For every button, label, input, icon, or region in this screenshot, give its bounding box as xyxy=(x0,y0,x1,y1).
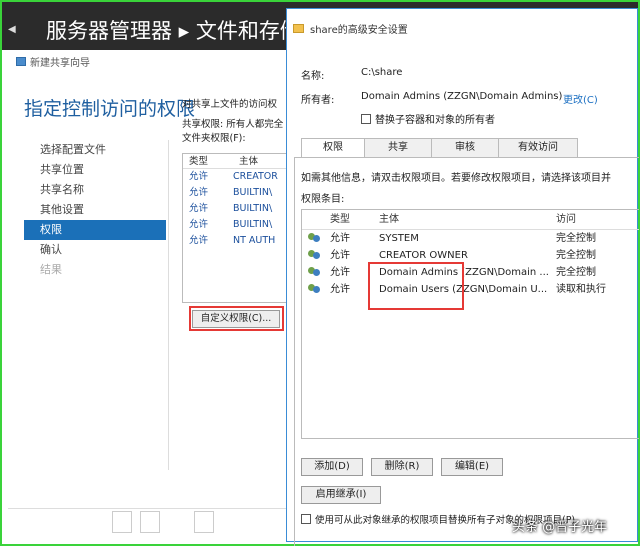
add-button[interactable]: 添加(D) xyxy=(301,458,363,476)
table-row[interactable]: 允许 Domain Admins (ZZGN\Domain ... 完全控制 xyxy=(302,264,639,281)
tab-permissions[interactable]: 权限 xyxy=(301,138,365,158)
wizard-window-title: 新建共享向导 xyxy=(30,58,90,69)
nav-item-share-name[interactable]: 共享名称 xyxy=(24,180,166,200)
column-principal[interactable]: 主体 xyxy=(233,154,258,168)
column-type[interactable]: 类型 xyxy=(183,154,233,168)
column-type[interactable]: 类型 xyxy=(326,210,376,229)
table-row[interactable]: 允许 CREATOR OWNER 完全控制 xyxy=(302,247,639,264)
replace-owner-checkbox[interactable] xyxy=(361,114,371,124)
table-row[interactable]: 允许 Domain Users (ZZGN\Domain U... 读取和执行 xyxy=(302,281,639,298)
name-label: 名称: xyxy=(301,71,325,82)
wizard-button-bar xyxy=(8,508,292,542)
wizard-titlebar: 新建共享向导 xyxy=(16,54,90,69)
column-principal[interactable]: 主体 xyxy=(376,210,552,229)
wizard-button[interactable] xyxy=(194,511,214,533)
users-icon xyxy=(308,250,322,261)
nav-item-permissions[interactable]: 权限 xyxy=(24,220,166,240)
edit-button[interactable]: 编辑(E) xyxy=(441,458,503,476)
tab-auditing[interactable]: 审核 xyxy=(431,138,499,157)
info-text: 如需其他信息，请双击权限项目。若要修改权限项目，请选择该项目并 xyxy=(301,173,611,184)
table-row[interactable]: 允许 SYSTEM 完全控制 xyxy=(302,230,639,247)
server-manager-title: 服务器管理器 ▸ 文件和存储 xyxy=(46,19,301,43)
change-owner-link[interactable]: 更改(C) xyxy=(563,91,598,106)
watermark: 头条 @晋子光年 xyxy=(512,520,608,535)
users-icon xyxy=(308,267,322,278)
list-header: 类型 主体 xyxy=(183,154,291,169)
nav-item-other-settings[interactable]: 其他设置 xyxy=(24,200,166,220)
wizard-heading: 指定控制访问的权限 xyxy=(24,98,196,120)
dialog-title: share的高级安全设置 xyxy=(310,25,408,36)
list-item[interactable]: 允许 BUILTIN\ xyxy=(183,201,291,217)
replace-owner-label: 替换子容器和对象的所有者 xyxy=(375,115,495,126)
folder-permissions-list[interactable]: 类型 主体 允许 CREATOR 允许 BUILTIN\ 允许 BUILTIN\ 允许… xyxy=(182,153,292,303)
wizard-content: 对共享上文件的访问权 共享权限: 所有人都完全 文件夹权限(F): xyxy=(182,96,292,147)
remove-button[interactable]: 删除(R) xyxy=(371,458,433,476)
users-icon xyxy=(308,233,322,244)
folder-icon xyxy=(293,24,304,33)
content-line: 对共享上文件的访问权 xyxy=(182,99,278,110)
back-arrow-icon[interactable]: ◀ xyxy=(8,24,16,35)
users-icon xyxy=(308,284,322,295)
column-access[interactable]: 访问 xyxy=(552,210,632,229)
wizard-icon xyxy=(16,57,26,66)
wizard-button[interactable] xyxy=(140,511,160,533)
list-item[interactable]: 允许 BUILTIN\ xyxy=(183,185,291,201)
enable-inheritance-button[interactable]: 启用继承(I) xyxy=(301,486,381,504)
owner-value: Domain Admins (ZZGN\Domain Admins) xyxy=(361,91,563,102)
highlight-box xyxy=(368,262,464,310)
nav-item-share-location[interactable]: 共享位置 xyxy=(24,160,166,180)
nav-item-select-profile[interactable]: 选择配置文件 xyxy=(24,140,166,160)
wizard-button[interactable] xyxy=(112,511,132,533)
wizard-divider xyxy=(168,140,169,470)
owner-label: 所有者: xyxy=(301,95,335,106)
tab-share[interactable]: 共享 xyxy=(364,138,432,157)
replace-owner-option[interactable]: 替换子容器和对象的所有者 xyxy=(361,111,495,126)
highlight-box xyxy=(189,306,284,331)
list-item[interactable]: 允许 BUILTIN\ xyxy=(183,217,291,233)
name-value: C:\share xyxy=(361,67,403,78)
list-header: 类型 主体 访问 xyxy=(302,210,639,230)
list-item[interactable]: 允许 NT AUTH xyxy=(183,233,291,249)
dialog-titlebar: share的高级安全设置 xyxy=(293,21,408,36)
entries-label: 权限条目: xyxy=(301,194,345,205)
nav-item-results: 结果 xyxy=(40,263,62,276)
permission-entries-list[interactable]: 类型 主体 访问 允许 SYSTEM 完全控制 允许 CREATOR OWNER… xyxy=(301,209,639,439)
nav-item-confirm[interactable]: 确认 xyxy=(24,240,166,260)
tab-strip: 权限 共享 审核 有效访问 xyxy=(301,138,578,158)
wizard-nav: 选择配置文件 共享位置 共享名称 其他设置 权限 确认 结果 xyxy=(24,140,166,280)
list-item[interactable]: 允许 CREATOR xyxy=(183,169,291,185)
replace-child-checkbox[interactable] xyxy=(301,514,311,524)
tab-effective-access[interactable]: 有效访问 xyxy=(498,138,578,157)
